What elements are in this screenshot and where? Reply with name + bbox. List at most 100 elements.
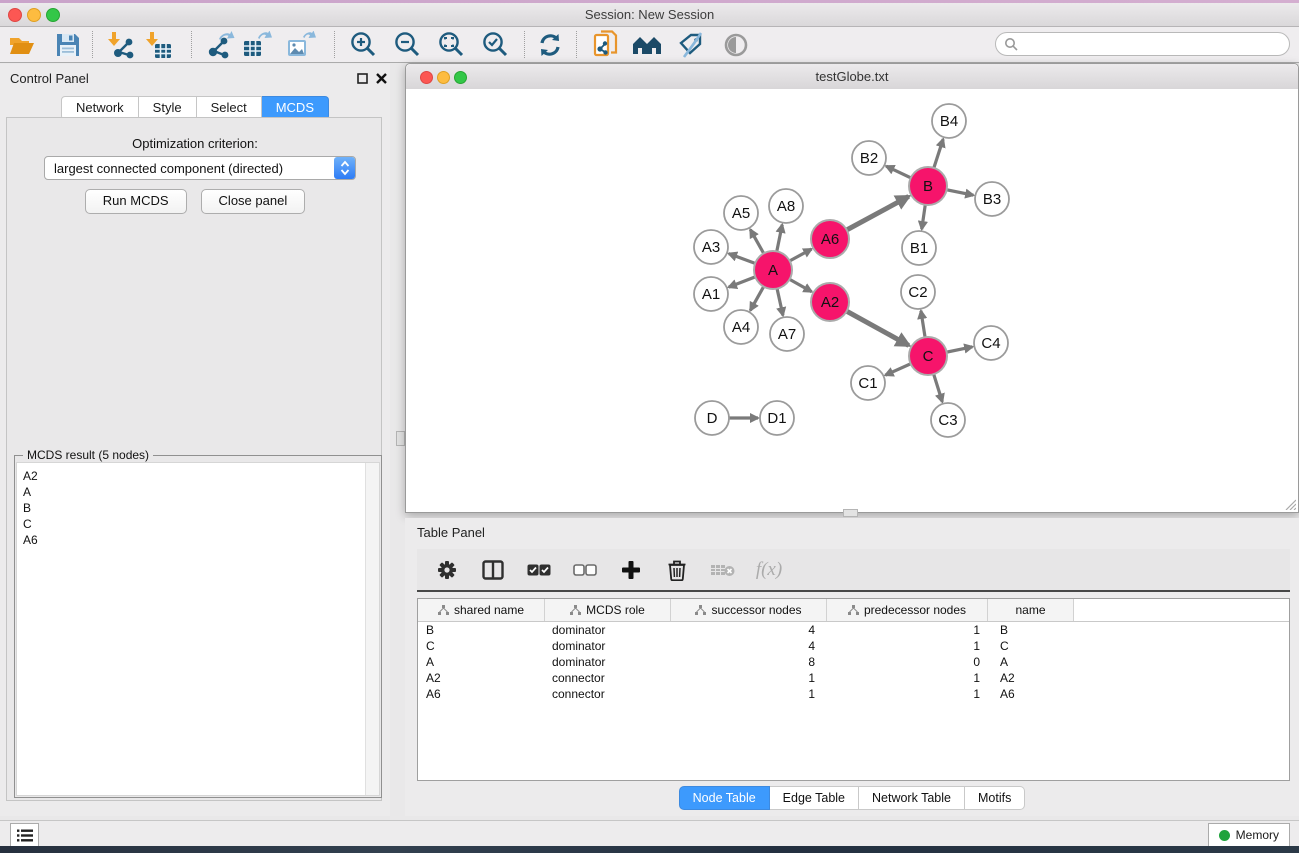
- table-cell[interactable]: B: [988, 623, 1074, 637]
- delete-columns-button[interactable]: [663, 556, 691, 584]
- graph-node-C4[interactable]: C4: [974, 326, 1008, 360]
- minimize-window-button[interactable]: [27, 8, 41, 22]
- result-item[interactable]: A2: [17, 468, 379, 484]
- tab-motifs[interactable]: Motifs: [965, 786, 1025, 810]
- graph-node-C1[interactable]: C1: [851, 366, 885, 400]
- table-cell[interactable]: 1: [827, 687, 988, 701]
- graph-node-A1[interactable]: A1: [694, 277, 728, 311]
- table-cell[interactable]: 1: [827, 623, 988, 637]
- deselect-all-button[interactable]: [571, 556, 599, 584]
- zoom-in-button[interactable]: [347, 29, 379, 61]
- table-row[interactable]: A6connector11A6: [418, 686, 1289, 702]
- zoom-window-button[interactable]: [46, 8, 60, 22]
- table-cell[interactable]: A: [988, 655, 1074, 669]
- refresh-button[interactable]: [534, 29, 566, 61]
- result-list-scrollbar[interactable]: [365, 463, 379, 795]
- graph-node-A5[interactable]: A5: [724, 196, 758, 230]
- zoom-selected-button[interactable]: [479, 29, 511, 61]
- result-item[interactable]: A: [17, 484, 379, 500]
- table-cell[interactable]: A: [418, 655, 545, 669]
- zoom-fit-button[interactable]: [435, 29, 467, 61]
- graph-node-A2[interactable]: A2: [811, 283, 849, 321]
- table-cell[interactable]: 1: [671, 687, 827, 701]
- table-cell[interactable]: 1: [827, 671, 988, 685]
- memory-button[interactable]: Memory: [1208, 823, 1290, 847]
- network-close-button[interactable]: [420, 71, 433, 84]
- graph-node-B1[interactable]: B1: [902, 231, 936, 265]
- network-minimize-button[interactable]: [437, 71, 450, 84]
- close-panel-button[interactable]: [374, 71, 388, 85]
- table-cell[interactable]: A2: [418, 671, 545, 685]
- table-cell[interactable]: A6: [418, 687, 545, 701]
- table-cell[interactable]: B: [418, 623, 545, 637]
- result-item[interactable]: C: [17, 516, 379, 532]
- mcds-result-list[interactable]: A2 A B C A6: [16, 462, 380, 796]
- duplicate-network-button[interactable]: [590, 29, 622, 61]
- table-cell[interactable]: 8: [671, 655, 827, 669]
- resize-grip-icon[interactable]: [1283, 497, 1296, 510]
- table-cell[interactable]: 0: [827, 655, 988, 669]
- create-column-button[interactable]: [617, 556, 645, 584]
- table-cell[interactable]: dominator: [545, 623, 671, 637]
- table-cell[interactable]: A6: [988, 687, 1074, 701]
- horizontal-splitter-handle[interactable]: [843, 509, 858, 517]
- graph-node-A4[interactable]: A4: [724, 310, 758, 344]
- column-header-shared-name[interactable]: shared name: [418, 599, 545, 621]
- table-row[interactable]: A2connector11A2: [418, 670, 1289, 686]
- column-header-name[interactable]: name: [988, 599, 1074, 621]
- zoom-out-button[interactable]: [391, 29, 423, 61]
- graph-node-B[interactable]: B: [909, 167, 947, 205]
- graph-node-B3[interactable]: B3: [975, 182, 1009, 216]
- graph-node-A3[interactable]: A3: [694, 230, 728, 264]
- vertical-splitter-handle[interactable]: [396, 431, 405, 446]
- export-network-button[interactable]: [204, 29, 236, 61]
- criterion-dropdown[interactable]: largest connected component (directed): [44, 156, 356, 180]
- table-cell[interactable]: C: [418, 639, 545, 653]
- table-cell[interactable]: C: [988, 639, 1074, 653]
- column-header-successor-nodes[interactable]: successor nodes: [671, 599, 827, 621]
- tab-node-table[interactable]: Node Table: [679, 786, 770, 810]
- export-table-button[interactable]: [241, 29, 273, 61]
- graph-node-D[interactable]: D: [695, 401, 729, 435]
- graph-node-A7[interactable]: A7: [770, 317, 804, 351]
- select-all-button[interactable]: [525, 556, 553, 584]
- search-input[interactable]: [1018, 36, 1272, 52]
- show-column-panel-button[interactable]: [479, 556, 507, 584]
- homes-button[interactable]: [631, 29, 663, 61]
- table-settings-button[interactable]: [433, 556, 461, 584]
- graph-node-B4[interactable]: B4: [932, 104, 966, 138]
- graph-node-C3[interactable]: C3: [931, 403, 965, 437]
- graph-node-C2[interactable]: C2: [901, 275, 935, 309]
- export-image-button[interactable]: [285, 29, 317, 61]
- table-cell[interactable]: A2: [988, 671, 1074, 685]
- table-cell[interactable]: 4: [671, 623, 827, 637]
- graph-node-A8[interactable]: A8: [769, 189, 803, 223]
- show-panels-button[interactable]: [10, 823, 39, 847]
- tab-network-table[interactable]: Network Table: [859, 786, 965, 810]
- import-network-button[interactable]: [104, 29, 136, 61]
- table-cell[interactable]: connector: [545, 671, 671, 685]
- graph-node-A6[interactable]: A6: [811, 220, 849, 258]
- table-row[interactable]: Cdominator41C: [418, 638, 1289, 654]
- result-item[interactable]: A6: [17, 532, 379, 548]
- search-field[interactable]: [995, 32, 1290, 56]
- table-cell[interactable]: dominator: [545, 655, 671, 669]
- network-graph[interactable]: B4B2B3A8A5B1A3C2A1A4A7C4C1C3DD1BA6AA2C: [406, 89, 1298, 512]
- close-panel-action-button[interactable]: Close panel: [201, 189, 306, 214]
- open-session-button[interactable]: [6, 29, 38, 61]
- run-mcds-button[interactable]: Run MCDS: [85, 189, 187, 214]
- column-header-mcds-role[interactable]: MCDS role: [545, 599, 671, 621]
- label-button[interactable]: [675, 29, 707, 61]
- graph-node-B2[interactable]: B2: [852, 141, 886, 175]
- graph-node-C[interactable]: C: [909, 337, 947, 375]
- graph-node-D1[interactable]: D1: [760, 401, 794, 435]
- tab-edge-table[interactable]: Edge Table: [770, 786, 859, 810]
- import-table-button[interactable]: [142, 29, 174, 61]
- table-row[interactable]: Bdominator41B: [418, 622, 1289, 638]
- table-cell[interactable]: 1: [671, 671, 827, 685]
- table-cell[interactable]: 4: [671, 639, 827, 653]
- float-panel-button[interactable]: [355, 71, 369, 85]
- eye-button[interactable]: [720, 29, 752, 61]
- network-window-titlebar[interactable]: testGlobe.txt: [406, 64, 1298, 90]
- network-canvas[interactable]: B4B2B3A8A5B1A3C2A1A4A7C4C1C3DD1BA6AA2C: [406, 89, 1298, 512]
